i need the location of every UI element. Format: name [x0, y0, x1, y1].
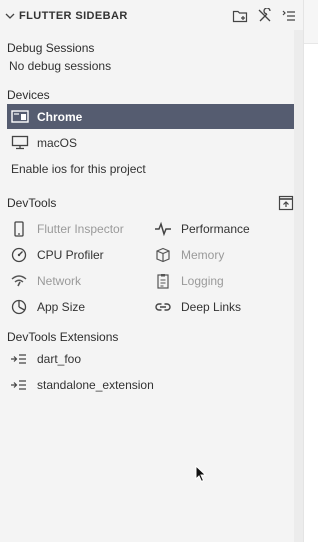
tool-label: Performance: [181, 222, 250, 236]
device-item-macos[interactable]: macOS: [7, 130, 295, 155]
new-folder-icon[interactable]: [231, 7, 249, 25]
extension-item-standalone[interactable]: standalone_extension: [7, 374, 207, 396]
desktop-icon: [11, 135, 29, 150]
tool-memory[interactable]: Memory: [151, 244, 291, 266]
extension-item-dart-foo[interactable]: dart_foo: [7, 348, 207, 370]
pie-chart-icon: [10, 299, 28, 315]
speedometer-icon: [10, 247, 28, 263]
wifi-icon: [10, 273, 28, 289]
tool-logging[interactable]: Logging: [151, 270, 291, 292]
collapse-list-icon[interactable]: [280, 7, 298, 25]
tool-label: Logging: [181, 274, 224, 288]
devtools-title: DevTools: [7, 196, 57, 210]
tool-performance[interactable]: Performance: [151, 218, 291, 240]
tool-label: CPU Profiler: [37, 248, 104, 262]
tool-deep-links[interactable]: Deep Links: [151, 296, 291, 318]
extension-label: standalone_extension: [37, 378, 154, 392]
extension-list-icon: [10, 353, 28, 365]
scrollbar-track[interactable]: [294, 30, 303, 542]
chevron-down-icon[interactable]: [4, 10, 16, 22]
tool-flutter-inspector[interactable]: Flutter Inspector: [7, 218, 147, 240]
mouse-cursor-icon: [195, 464, 207, 483]
tool-app-size[interactable]: App Size: [7, 296, 147, 318]
tools-icon[interactable]: [256, 7, 274, 25]
device-label: macOS: [37, 136, 78, 150]
tool-network[interactable]: Network: [7, 270, 147, 292]
tool-label: Memory: [181, 248, 225, 262]
debug-sessions-title: Debug Sessions: [7, 41, 95, 55]
extension-list-icon: [10, 379, 28, 391]
browser-icon: [11, 109, 29, 124]
clipboard-icon: [154, 273, 172, 289]
tool-cpu-profiler[interactable]: CPU Profiler: [7, 244, 147, 266]
no-debug-sessions-text: No debug sessions: [9, 59, 112, 73]
box-icon: [154, 247, 172, 263]
link-icon: [154, 299, 172, 315]
device-label: Chrome: [37, 110, 83, 124]
extension-label: dart_foo: [37, 352, 82, 366]
device-item-chrome[interactable]: Chrome: [7, 104, 295, 129]
open-in-window-icon[interactable]: [278, 195, 294, 211]
tool-label: Network: [37, 274, 82, 288]
phone-icon: [10, 221, 28, 237]
pulse-icon: [154, 221, 172, 237]
editor-tab-strip: [304, 0, 318, 44]
flutter-sidebar-panel: FLUTTER SIDEBAR Debug Sessions No debug …: [0, 0, 303, 542]
devices-title: Devices: [7, 88, 50, 102]
tool-label: Flutter Inspector: [37, 222, 124, 236]
tool-label: Deep Links: [181, 300, 242, 314]
devtools-extensions-title: DevTools Extensions: [7, 330, 119, 344]
editor-area: [304, 0, 318, 542]
sidebar-header[interactable]: FLUTTER SIDEBAR: [0, 0, 303, 32]
tool-label: App Size: [37, 300, 86, 314]
sidebar-title: FLUTTER SIDEBAR: [19, 10, 128, 22]
enable-ios-link[interactable]: Enable ios for this project: [11, 162, 146, 176]
